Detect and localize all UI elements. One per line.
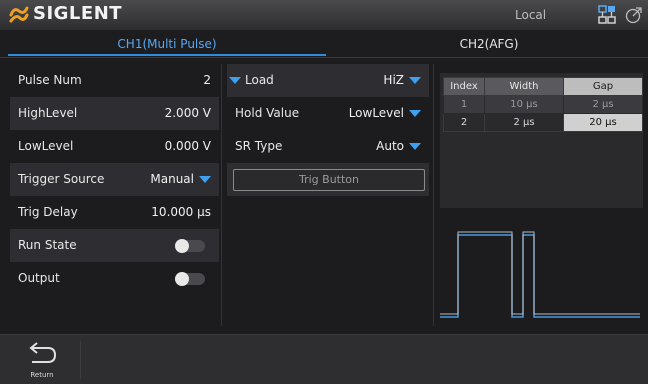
bottom-bar: Return <box>0 334 648 384</box>
high-level-label: HighLevel <box>18 106 78 120</box>
width-header: Width <box>484 77 564 96</box>
hold-value-label: Hold Value <box>235 106 300 120</box>
trigger-source-row[interactable]: Trigger Source Manual <box>10 163 219 196</box>
tab-ch2[interactable]: CH2(AFG) <box>330 30 648 58</box>
table-header-row: Index Width Gap <box>443 77 643 96</box>
hold-value-dropdown[interactable]: LowLevel <box>349 97 421 130</box>
sr-type-row[interactable]: SR Type Auto <box>227 130 429 163</box>
index-header: Index <box>443 77 485 96</box>
trigger-source-dropdown[interactable]: Manual <box>150 163 211 196</box>
dropdown-arrow-icon <box>409 143 421 150</box>
run-state-row: Run State <box>10 229 219 262</box>
high-level-value: 2.000 V <box>164 106 211 120</box>
bottom-divider <box>80 341 81 379</box>
hold-value-row[interactable]: Hold Value LowLevel <box>227 97 429 130</box>
load-value: HiZ <box>383 73 404 87</box>
output-label: Output <box>18 271 60 285</box>
return-icon <box>29 342 57 363</box>
return-label: Return <box>30 371 54 379</box>
trig-delay-value: 10.000 μs <box>151 205 211 219</box>
toggle-knob <box>175 272 189 286</box>
gap-header[interactable]: Gap <box>563 77 643 96</box>
row-width[interactable]: 10 μs <box>484 95 564 114</box>
run-state-toggle[interactable] <box>175 239 205 253</box>
ch1-parameters: Pulse Num 2 HighLevel 2.000 V LowLevel 0… <box>10 64 219 295</box>
table-row[interactable]: 2 2 μs 20 μs <box>443 113 643 132</box>
channel-tabs: CH1(Multi Pulse) CH2(AFG) <box>0 30 648 58</box>
high-level-row[interactable]: HighLevel 2.000 V <box>10 97 219 130</box>
waveform-preview <box>440 225 643 325</box>
sr-type-dropdown[interactable]: Auto <box>376 130 421 163</box>
load-dropdown[interactable]: HiZ <box>383 64 421 97</box>
dropdown-arrow-icon <box>409 77 421 84</box>
load-row[interactable]: Load HiZ <box>227 64 429 97</box>
sr-type-label: SR Type <box>235 139 283 153</box>
expand-arrow-icon <box>229 77 241 84</box>
output-toggle[interactable] <box>175 272 205 286</box>
column-divider <box>221 64 222 326</box>
low-level-row[interactable]: LowLevel 0.000 V <box>10 130 219 163</box>
row-index: 1 <box>443 95 485 114</box>
row-width[interactable]: 2 μs <box>484 113 564 132</box>
active-tab-indicator <box>8 54 326 56</box>
row-gap[interactable]: 2 μs <box>563 95 643 114</box>
trig-delay-row[interactable]: Trig Delay 10.000 μs <box>10 196 219 229</box>
low-level-label: LowLevel <box>18 139 74 153</box>
dropdown-arrow-icon <box>409 110 421 117</box>
output-row: Output <box>10 262 219 295</box>
run-state-label: Run State <box>18 238 77 252</box>
table-row[interactable]: 1 10 μs 2 μs <box>443 95 643 114</box>
trig-button-row: Trig Button <box>227 163 429 196</box>
remote-status: Local <box>515 8 547 22</box>
toggle-knob <box>175 239 189 253</box>
sr-type-value: Auto <box>376 139 404 153</box>
low-level-value: 0.000 V <box>164 139 211 153</box>
dropdown-arrow-icon <box>199 176 211 183</box>
siglent-logo-icon <box>9 6 29 23</box>
trigger-source-value: Manual <box>150 172 194 186</box>
trigger-source-label: Trigger Source <box>18 172 105 186</box>
load-label-group: Load <box>229 64 274 97</box>
pulse-num-label: Pulse Num <box>18 73 82 87</box>
brand-name: SIGLENT <box>33 3 123 24</box>
trig-delay-label: Trig Delay <box>18 205 78 219</box>
pulse-table: Index Width Gap 1 10 μs 2 μs 2 2 μs 20 μ… <box>443 77 643 132</box>
pulse-num-row[interactable]: Pulse Num 2 <box>10 64 219 97</box>
load-label: Load <box>245 73 274 87</box>
pulse-num-value: 2 <box>203 73 211 87</box>
hold-value-value: LowLevel <box>348 106 404 120</box>
return-button[interactable]: Return <box>22 341 62 381</box>
title-bar: SIGLENT Local <box>0 0 648 30</box>
output-settings: Load HiZ Hold Value LowLevel SR Type Aut… <box>227 64 429 196</box>
trig-button[interactable]: Trig Button <box>233 169 425 191</box>
column-divider <box>433 64 434 326</box>
pulse-table-panel: Index Width Gap 1 10 μs 2 μs 2 2 μs 20 μ… <box>440 73 643 208</box>
external-link-icon[interactable] <box>625 6 643 24</box>
row-index: 2 <box>443 113 485 132</box>
network-icon[interactable] <box>598 5 616 25</box>
row-gap-selected[interactable]: 20 μs <box>563 113 643 132</box>
